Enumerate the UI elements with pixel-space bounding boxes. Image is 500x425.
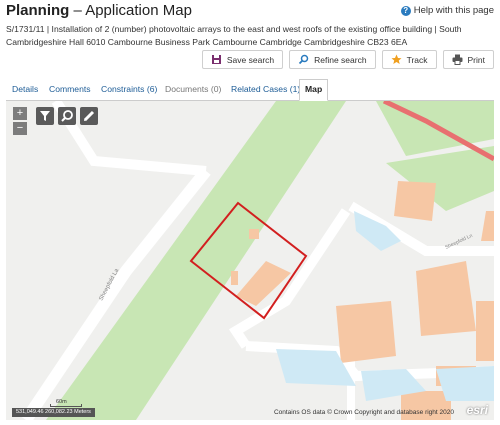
zoom-controls: + − — [13, 107, 27, 137]
tab-map[interactable]: Map — [299, 79, 329, 101]
map-view[interactable]: Sheepfold La Sheepfold Ln + − 60m 531,04… — [6, 101, 494, 420]
tab-comments[interactable]: Comments — [49, 80, 91, 99]
help-label: Help with this page — [413, 5, 494, 16]
identify-tool-button[interactable] — [58, 107, 76, 125]
zoom-out-button[interactable]: − — [13, 122, 27, 135]
save-search-button[interactable]: Save search — [201, 50, 284, 69]
coordinate-readout: 531,049.46 260,082.23 Meters — [12, 408, 95, 417]
help-icon: ? — [400, 5, 411, 16]
esri-logo: esri — [466, 403, 488, 417]
tab-bar: Details Comments Constraints (6) Documen… — [6, 79, 494, 101]
star-icon — [391, 54, 402, 65]
page-title: Planning – Application Map — [6, 2, 192, 19]
pencil-icon — [83, 110, 95, 122]
map-copyright: Contains OS data © Crown Copyright and d… — [273, 409, 454, 416]
magnifier-icon — [61, 110, 73, 122]
printer-icon — [452, 54, 463, 65]
tab-related-cases[interactable]: Related Cases (1) — [231, 80, 300, 99]
tab-documents: Documents (0) — [165, 84, 222, 94]
zoom-in-button[interactable]: + — [13, 107, 27, 120]
refine-search-button[interactable]: Refine search — [289, 50, 376, 69]
application-description: S/1731/11 | Installation of 2 (number) p… — [6, 24, 462, 47]
page-header: Planning – Application Map ? Help with t… — [6, 2, 494, 22]
scale-label: 60m — [56, 399, 67, 405]
save-icon — [211, 54, 222, 65]
filter-tool-button[interactable] — [36, 107, 54, 125]
filter-icon — [40, 111, 50, 121]
track-button[interactable]: Track — [381, 50, 437, 69]
tab-constraints[interactable]: Constraints (6) — [101, 80, 157, 99]
action-buttons: Save search Refine search Track Print — [201, 50, 494, 69]
help-link[interactable]: ? Help with this page — [400, 5, 494, 16]
draw-tool-button[interactable] — [80, 107, 98, 125]
tab-details[interactable]: Details — [12, 80, 38, 99]
map-canvas: Sheepfold La Sheepfold Ln — [6, 101, 494, 420]
search-icon — [298, 54, 309, 65]
print-button[interactable]: Print — [442, 50, 494, 69]
